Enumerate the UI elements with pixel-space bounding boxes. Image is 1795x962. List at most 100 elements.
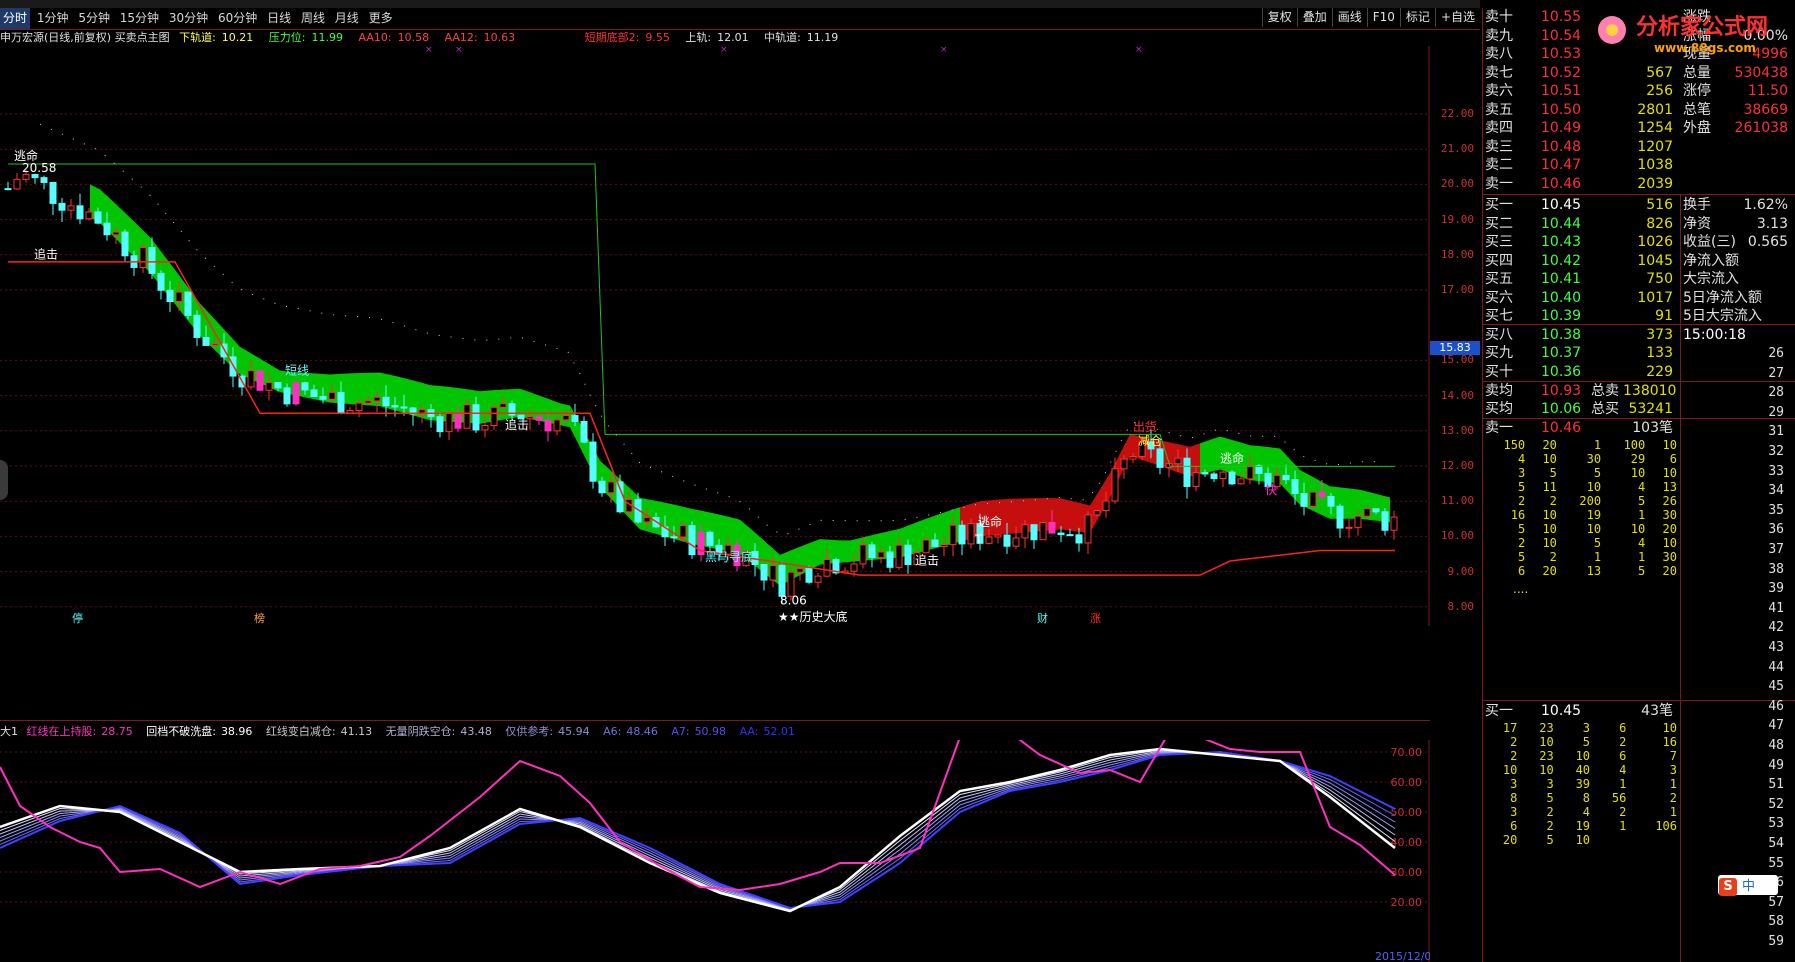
queue-row: 5 10 10 10 20 [1483,522,1679,536]
candle-body [679,525,687,538]
candle-body [1021,524,1029,539]
ask-price: 10.55 [1541,9,1582,25]
queue-row: 3 2 4 2 1 [1483,805,1679,819]
period-5min[interactable]: 5分钟 [75,8,113,29]
ind-g-label: A7: [671,725,690,738]
queue-cell: 10 [1662,536,1677,550]
candle-body [670,536,678,539]
candle-body [814,575,822,583]
ind-b-label: 回档不破洗盘: [146,725,216,738]
bid-volume: 1045 [1637,252,1673,269]
candle-body [778,565,786,597]
period-more[interactable]: 更多 [366,8,396,29]
queue-column-divider [1680,194,1681,962]
ime-indicator[interactable]: S中 [1718,875,1778,896]
price-tick: 12.00 [1440,459,1474,472]
period-1min[interactable]: 1分钟 [34,8,72,29]
queue-cell: 30 [1586,452,1602,466]
queue-cell: 30 [1662,550,1677,564]
pressure-label: 压力位: [268,31,306,44]
pressure-value: 11.99 [311,31,344,44]
candle-body [796,568,804,573]
bid-price: 10.43 [1541,234,1582,250]
queue-cell: 6 [1510,819,1518,833]
candle-body [49,181,57,204]
top-marker-x: × [720,46,728,55]
current-price-tag: 15.83 [1430,341,1480,355]
top-marker-x: × [455,46,463,55]
ask-label: 卖八 [1485,46,1513,62]
candle-body [580,420,588,443]
price-tick: 14.00 [1440,388,1474,402]
queue-cell: 30 [1662,508,1677,522]
bid-price: 10.39 [1541,308,1582,324]
candle-body [1363,508,1371,517]
ask-label: 卖十 [1485,9,1513,25]
candle-body [265,382,273,391]
tick-number: 44 [1768,659,1784,675]
ask-price: 10.51 [1541,83,1582,99]
queue-cell: 4 [1582,805,1591,819]
adjust-button[interactable]: 复权 [1261,8,1297,27]
buy-avg-price: 10.06 [1541,401,1582,417]
f10-button[interactable]: F10 [1366,8,1400,27]
period-monthly[interactable]: 月线 [332,8,362,29]
mark-button[interactable]: 标记 [1399,8,1435,27]
event-marker[interactable]: 财 [1037,611,1048,625]
queue-cell: 6 [1619,749,1627,763]
queue-cell: 17 [1502,721,1518,735]
stat-label: 涨停 [1683,83,1711,99]
ask-label: 卖三 [1485,138,1513,155]
bid-volume: 1026 [1637,234,1673,250]
ask-price: 10.50 [1541,101,1582,118]
queue-cell: 10 [1662,466,1677,480]
queue-row: 5 2 1 1 30 [1483,550,1679,564]
candle-body [1210,473,1218,480]
quote-panel: 卖十 10.55 卖九 10.54 卖八 10.53 卖七 10.52 567 卖六 10.51 25… [1482,8,1795,962]
candle-body [1246,465,1254,480]
candle-body [1048,521,1056,534]
ind-e-value: 45.94 [558,725,590,738]
queue-cell: 3 [1517,466,1526,480]
period-intraday[interactable]: 分时 [0,8,31,29]
candle-body [1075,534,1083,544]
ask-label: 卖一 [1485,175,1513,192]
collapse-handle[interactable] [0,460,8,500]
period-30min[interactable]: 30分钟 [166,8,211,29]
candle-body [1228,471,1236,485]
overlay-button[interactable]: 叠加 [1296,8,1332,27]
candle-body [1390,516,1398,531]
add-watchlist-button[interactable]: +自选 [1434,8,1480,27]
queue-cell: 10 [1542,508,1557,522]
candlestick-chart[interactable]: 逃命20.58追击短线追击逃命黑马寻底8.06★★历史大底追击出货减仓逃命快T×… [0,46,1430,626]
candle-body [877,551,885,559]
draw-button[interactable]: 画线 [1331,8,1367,27]
tick-number: 38 [1768,561,1784,577]
clock-time: 15:00:18 [1683,327,1746,343]
tick-number: 57 [1768,894,1784,910]
period-weekly[interactable]: 周线 [298,8,328,29]
candle-body [544,419,552,432]
bid-label: 买一 [1485,197,1513,213]
stat-value: 530438 [1734,64,1788,81]
period-15min[interactable]: 15分钟 [117,8,162,29]
candle-body [1111,468,1119,502]
ask-price: 10.52 [1541,64,1582,81]
period-daily[interactable]: 日线 [264,8,294,29]
candle-body [1201,472,1209,475]
top-marker-x: × [425,46,433,55]
queue-cell: 10 [1542,452,1557,466]
stat-label: 5日净流入额 [1683,289,1762,306]
sub-indicator-chart[interactable]: 70.0060.0050.0040.0030.0020.00 2015/12/0… [0,740,1430,962]
event-marker[interactable]: 榜 [254,611,265,625]
event-marker[interactable]: 涨 [1090,612,1101,625]
candle-body [805,568,813,583]
bid-price: 10.37 [1541,345,1582,361]
candle-body [571,415,579,422]
queue-row: 17 23 3 6 10 [1483,721,1679,735]
queue-cell: 10 [1539,763,1554,777]
book-divider [1483,194,1795,195]
queue-cell: 13 [1586,564,1602,578]
period-60min[interactable]: 60分钟 [215,8,260,29]
event-marker[interactable]: 停 [72,611,83,625]
